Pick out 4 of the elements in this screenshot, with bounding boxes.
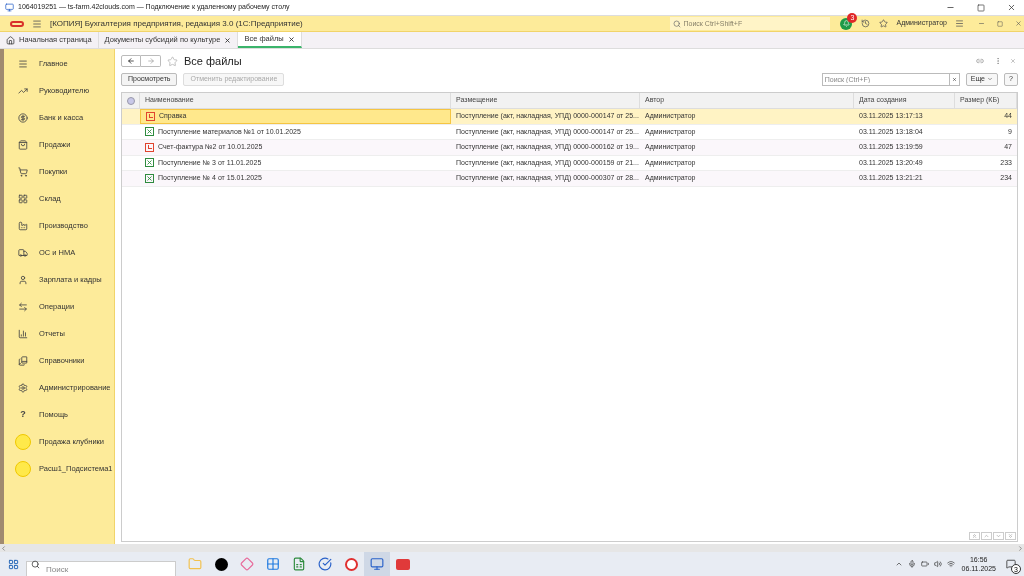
question-icon: ? bbox=[18, 407, 28, 422]
taskbar-search-field[interactable]: Поиск bbox=[26, 560, 176, 576]
form-title: Все файлы bbox=[184, 53, 243, 69]
app-title: [КОПИЯ] Бухгалтерия предприятия, редакция 3.0 (1С:Предприятие) bbox=[50, 17, 304, 30]
